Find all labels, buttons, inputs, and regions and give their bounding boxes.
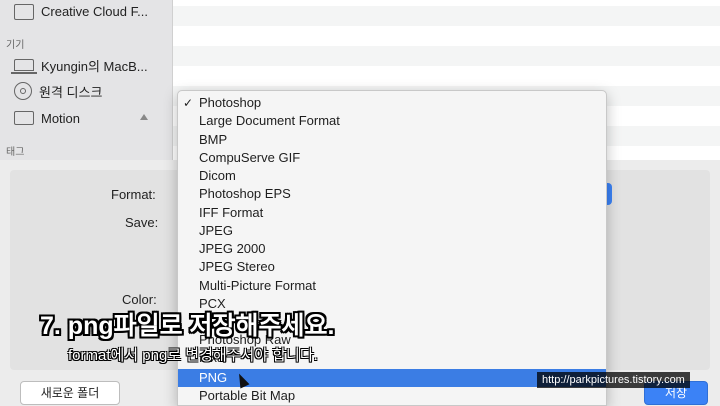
sidebar-item-label: Motion <box>41 110 81 126</box>
menu-item-photoshop-eps[interactable]: Photoshop EPS <box>178 185 606 203</box>
menu-item-photoshop[interactable]: ✓ Photoshop <box>178 94 606 112</box>
sidebar-item-label: Creative Cloud F... <box>41 3 148 19</box>
sidebar-item-macbook[interactable]: Kyungin의 MacB... <box>11 54 148 76</box>
tutorial-caption-sub: format에서 png로 변경해주셔야 합니다. <box>68 347 318 364</box>
menu-item-dicom[interactable]: Dicom <box>178 167 606 185</box>
finder-sidebar: Creative Cloud F... 기기 Kyungin의 MacB... … <box>0 0 173 160</box>
save-label: Save: <box>125 215 159 230</box>
folder-icon <box>14 4 34 20</box>
menu-item-jpeg-2000[interactable]: JPEG 2000 <box>178 240 606 258</box>
sidebar-item-label: Kyungin의 MacB... <box>41 58 148 74</box>
menu-item-jpeg-stereo[interactable]: JPEG Stereo <box>178 258 606 276</box>
menu-item-iff-format[interactable]: IFF Format <box>178 204 606 222</box>
disc-icon <box>14 82 32 100</box>
menu-item-portable-bit-map[interactable]: Portable Bit Map <box>178 387 606 405</box>
sidebar-item-motion[interactable]: Motion <box>14 107 80 129</box>
menu-item-bmp[interactable]: BMP <box>178 131 606 149</box>
watermark-url: http://parkpictures.tistory.com <box>537 372 690 388</box>
new-folder-button[interactable]: 새로운 폴더 <box>20 381 120 405</box>
tutorial-caption-main: 7. png파일로 저장해주세요. <box>40 312 335 340</box>
sidebar-item-remote-disc[interactable]: 원격 디스크 <box>14 80 102 102</box>
sidebar-item-label: 원격 디스크 <box>39 84 103 100</box>
sidebar-item-creative-cloud[interactable]: Creative Cloud F... <box>14 0 148 22</box>
laptop-icon <box>11 59 37 74</box>
format-label: Format: <box>111 187 156 202</box>
file-list-row <box>173 6 720 26</box>
menu-item-multi-picture-format[interactable]: Multi-Picture Format <box>178 277 606 295</box>
drive-icon <box>14 111 34 125</box>
sidebar-header-devices: 기기 <box>6 40 25 51</box>
checkmark-icon: ✓ <box>183 96 194 110</box>
menu-item-large-document-format[interactable]: Large Document Format <box>178 112 606 130</box>
eject-icon[interactable] <box>140 114 148 120</box>
menu-item-compuserve-gif[interactable]: CompuServe GIF <box>178 149 606 167</box>
menu-item-jpeg[interactable]: JPEG <box>178 222 606 240</box>
file-list-row <box>173 46 720 66</box>
sidebar-header-tags: 태그 <box>6 147 25 158</box>
color-label: Color: <box>122 292 157 307</box>
